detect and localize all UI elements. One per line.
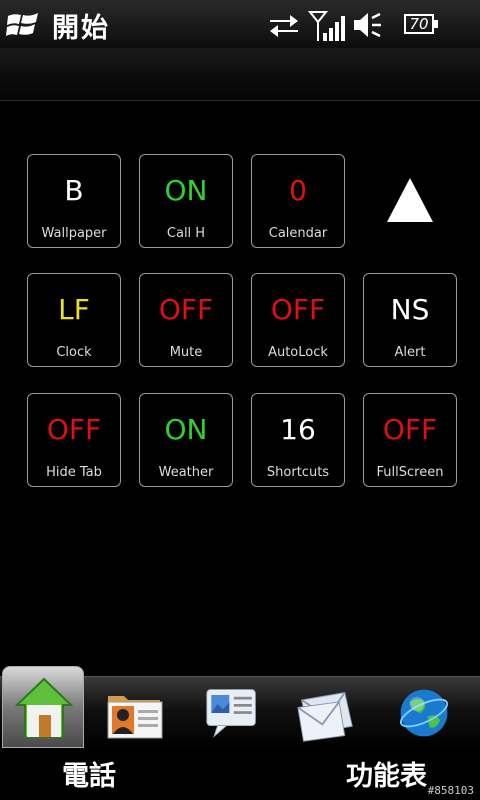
data-transfer-icon[interactable]: [268, 10, 300, 40]
tile-label: Hide Tab: [46, 465, 102, 480]
windows-logo-icon[interactable]: [6, 10, 40, 40]
signal-strength-icon[interactable]: [308, 10, 346, 42]
message-icon[interactable]: [202, 686, 262, 740]
watermark: #858103: [427, 784, 474, 797]
tile-hide-tab[interactable]: OFF Hide Tab: [27, 393, 121, 487]
tile-value: OFF: [46, 413, 102, 446]
home-icon: [15, 677, 73, 738]
tile-value: OFF: [270, 293, 326, 326]
tile-value: NS: [390, 293, 430, 326]
tile-label: Shortcuts: [266, 465, 330, 480]
contact-card-icon[interactable]: [104, 688, 164, 742]
header-bar: [0, 48, 480, 101]
globe-icon[interactable]: [394, 686, 454, 740]
tile-mute[interactable]: OFF Mute: [139, 273, 233, 367]
tile-value: LF: [58, 293, 90, 326]
tile-weather[interactable]: ON Weather: [139, 393, 233, 487]
tile-fullscreen[interactable]: OFF FullScreen: [363, 393, 457, 487]
scroll-up-arrow-icon[interactable]: [386, 176, 434, 224]
status-bar: 開始 70: [0, 0, 480, 48]
tile-alert[interactable]: NS Alert: [363, 273, 457, 367]
tile-value: OFF: [382, 413, 438, 446]
tile-value: 16: [280, 413, 316, 446]
tile-label: Alert: [394, 345, 426, 360]
tile-autolock[interactable]: OFF AutoLock: [251, 273, 345, 367]
softkey-phone[interactable]: 電話: [62, 754, 116, 793]
tile-value: 0: [289, 174, 307, 207]
mail-icon[interactable]: [296, 688, 356, 742]
tile-label: FullScreen: [376, 465, 444, 480]
speaker-muted-icon[interactable]: [352, 10, 382, 40]
tile-value: ON: [164, 174, 208, 207]
tile-label: Wallpaper: [41, 226, 107, 241]
tile-label: Weather: [158, 465, 214, 480]
tile-label: AutoLock: [268, 345, 328, 360]
battery-level[interactable]: 70: [404, 14, 438, 34]
tile-wallpaper[interactable]: B Wallpaper: [27, 154, 121, 248]
start-title[interactable]: 開始: [52, 6, 110, 45]
tile-calendar[interactable]: 0 Calendar: [251, 154, 345, 248]
dock-tab-home[interactable]: [2, 666, 84, 748]
tile-label: Clock: [56, 345, 92, 360]
tile-value: ON: [164, 413, 208, 446]
tile-label: Call H: [166, 226, 206, 241]
softkey-menu[interactable]: 功能表: [346, 754, 427, 793]
tile-call-h[interactable]: ON Call H: [139, 154, 233, 248]
tile-clock[interactable]: LF Clock: [27, 273, 121, 367]
tile-label: Calendar: [268, 226, 328, 241]
tile-shortcuts[interactable]: 16 Shortcuts: [251, 393, 345, 487]
tile-value: OFF: [158, 293, 214, 326]
tile-label: Mute: [169, 345, 203, 360]
tile-value: B: [64, 174, 84, 207]
